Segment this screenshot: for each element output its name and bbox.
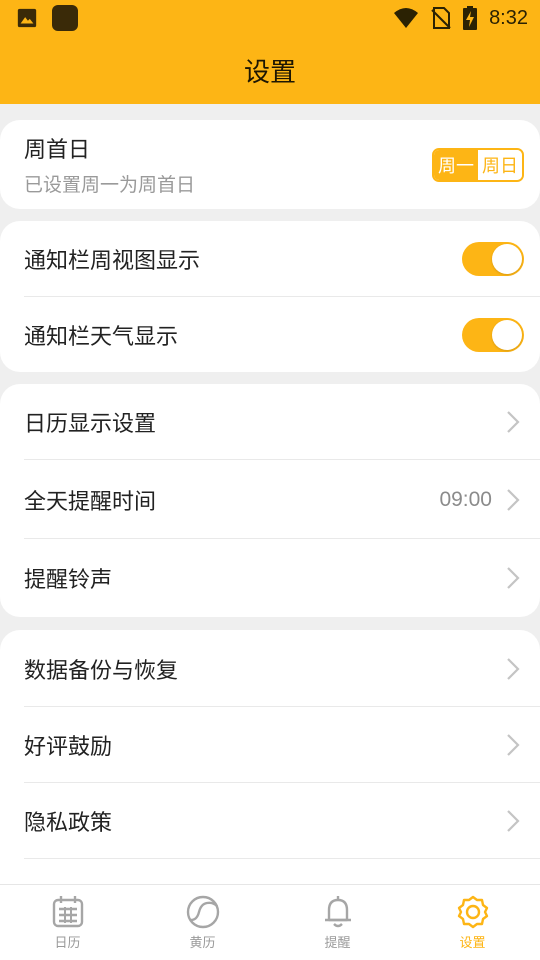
notification-card: 通知栏周视图显示 通知栏天气显示 bbox=[0, 221, 540, 372]
toggle-label-week-view: 通知栏周视图显示 bbox=[24, 249, 201, 274]
toggle-row-weather[interactable]: 通知栏天气显示 bbox=[0, 297, 540, 372]
calendar-icon bbox=[52, 896, 83, 928]
toggle-knob bbox=[492, 244, 522, 274]
battery-charging-icon bbox=[463, 6, 478, 30]
status-bar: 8:32 bbox=[0, 0, 540, 36]
backup-restore-row[interactable]: 数据备份与恢复 bbox=[0, 630, 540, 707]
nav-label-settings: 设置 bbox=[459, 936, 486, 951]
bottom-nav: 日历 黄历 提醒 设置 bbox=[0, 884, 540, 960]
weather-toggle[interactable] bbox=[462, 317, 524, 352]
first-day-segmented-control: 周一 周日 bbox=[432, 147, 524, 182]
status-time: 8:32 bbox=[489, 6, 528, 29]
nav-label-calendar: 日历 bbox=[54, 936, 81, 951]
nav-item-settings[interactable]: 设置 bbox=[405, 885, 540, 960]
no-sim-icon bbox=[431, 7, 451, 29]
page-title: 设置 bbox=[243, 57, 296, 88]
chevron-right-icon bbox=[507, 567, 520, 589]
rate-app-row[interactable]: 好评鼓励 bbox=[0, 707, 540, 783]
all-day-reminder-time-row[interactable]: 全天提醒时间 09:00 bbox=[0, 460, 540, 539]
chevron-right-icon bbox=[507, 411, 520, 433]
backup-restore-label: 数据备份与恢复 bbox=[24, 658, 179, 684]
toggle-label-weather: 通知栏天气显示 bbox=[24, 324, 179, 350]
calendar-display-settings-row[interactable]: 日历显示设置 bbox=[0, 384, 540, 460]
rate-app-label: 好评鼓励 bbox=[24, 735, 113, 760]
first-day-row: 周首日 已设置周一为周首日 周一 周日 bbox=[0, 120, 540, 209]
nav-label-reminder: 提醒 bbox=[324, 936, 351, 951]
all-day-reminder-time-value: 09:00 bbox=[439, 487, 492, 511]
first-day-title: 周首日 bbox=[24, 138, 91, 163]
first-day-card: 周首日 已设置周一为周首日 周一 周日 bbox=[0, 120, 540, 209]
reminder-ringtone-label: 提醒铃声 bbox=[24, 568, 113, 593]
chevron-right-icon bbox=[507, 810, 520, 832]
app-bar: 设置 bbox=[0, 36, 540, 104]
toggle-row-week-view[interactable]: 通知栏周视图显示 bbox=[0, 221, 540, 297]
wifi-icon bbox=[394, 8, 419, 28]
nav-item-almanac[interactable]: 黄历 bbox=[135, 885, 270, 960]
calendar-display-settings-label: 日历显示设置 bbox=[24, 412, 157, 437]
misc-settings-card: 数据备份与恢复 好评鼓励 隐私政策 bbox=[0, 630, 540, 884]
image-notification-icon bbox=[17, 8, 37, 28]
privacy-policy-label: 隐私政策 bbox=[24, 811, 113, 836]
first-day-subtitle: 已设置周一为周首日 bbox=[24, 174, 196, 196]
nav-item-calendar[interactable]: 日历 bbox=[0, 885, 135, 960]
chevron-right-icon bbox=[507, 734, 520, 756]
chevron-right-icon bbox=[507, 657, 520, 680]
segment-sunday[interactable]: 周日 bbox=[478, 149, 522, 180]
nav-item-reminder[interactable]: 提醒 bbox=[270, 885, 405, 960]
nav-label-almanac: 黄历 bbox=[189, 936, 216, 951]
all-day-reminder-time-label: 全天提醒时间 bbox=[24, 489, 157, 515]
toggle-knob bbox=[492, 319, 522, 350]
gear-icon bbox=[457, 895, 488, 929]
reminder-settings-card: 日历显示设置 全天提醒时间 09:00 提醒铃声 bbox=[0, 384, 540, 617]
reminder-ringtone-row[interactable]: 提醒铃声 bbox=[0, 539, 540, 617]
segment-monday[interactable]: 周一 bbox=[434, 149, 478, 180]
app-notification-icon bbox=[52, 5, 78, 31]
privacy-policy-row[interactable]: 隐私政策 bbox=[0, 783, 540, 859]
bell-icon bbox=[324, 896, 351, 928]
almanac-icon bbox=[186, 895, 219, 929]
chevron-right-icon bbox=[507, 488, 520, 511]
week-view-toggle[interactable] bbox=[462, 242, 524, 276]
